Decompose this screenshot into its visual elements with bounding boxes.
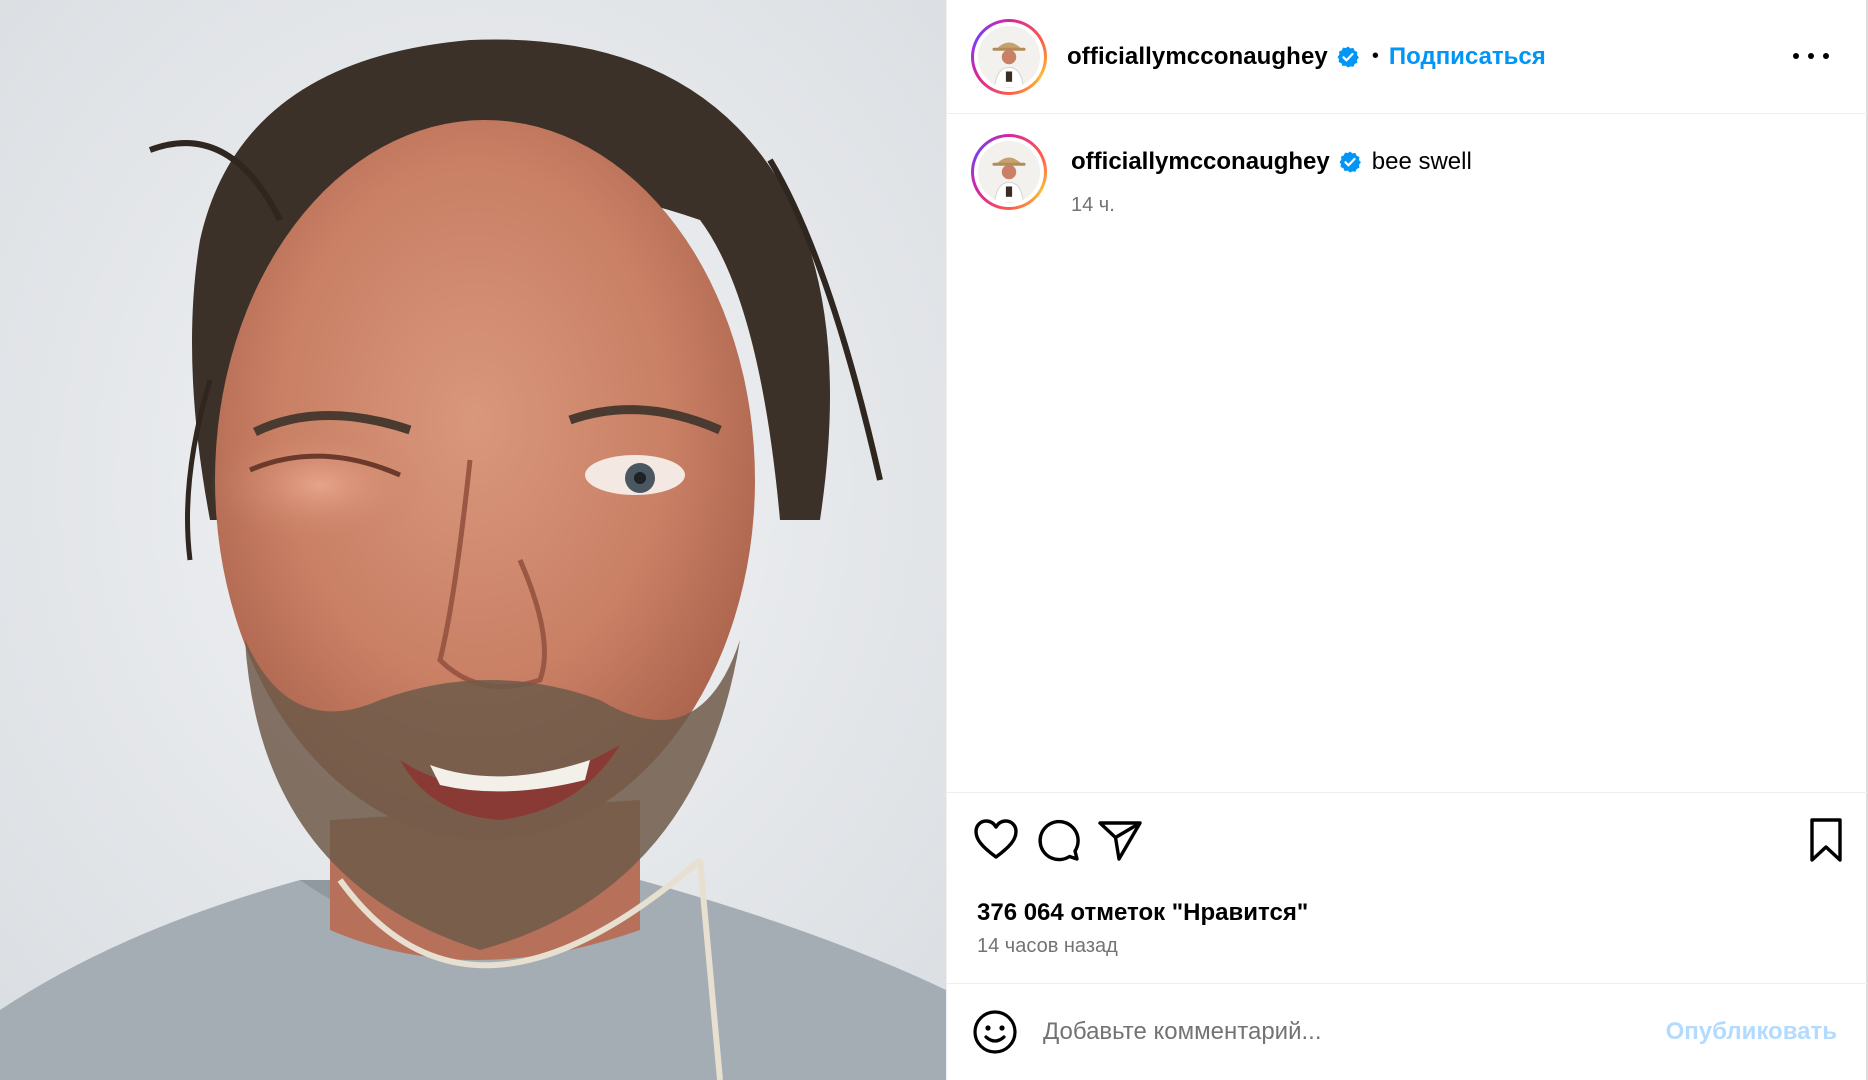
comment-input[interactable] [1043, 1012, 1643, 1052]
emoji-icon[interactable] [971, 1008, 1019, 1056]
bookmark-icon[interactable] [1801, 815, 1851, 865]
more-dot [1793, 53, 1799, 59]
caption-text: bee swell [1371, 148, 1472, 175]
header-separator: • [1371, 45, 1379, 67]
heart-icon-glyph [974, 819, 1018, 859]
post-photo-image [0, 0, 946, 1080]
post-caption: officiallymcconaughey bee swell 14 ч. [971, 134, 1851, 224]
likes-count[interactable]: 376 064 отметок "Нравится" [977, 899, 1308, 927]
verified-badge-icon [1339, 151, 1361, 173]
post-photo[interactable] [0, 0, 946, 1080]
avatar-frame [974, 21, 1044, 92]
caption-line: officiallymcconaughey bee swell [1071, 148, 1472, 176]
post-side-panel: officiallymcconaughey • Подписаться offi… [946, 0, 1868, 1080]
header-username[interactable]: officiallymcconaughey [1067, 43, 1328, 71]
caption-avatar-photo [978, 141, 1040, 203]
post-header: officiallymcconaughey • Подписаться [947, 0, 1867, 114]
post-actions: 376 064 отметок "Нравится" 14 часов наза… [947, 792, 1867, 984]
caption-timestamp[interactable]: 14 ч. [1071, 194, 1472, 217]
avatar-image [978, 25, 1040, 88]
caption-avatar-frame [974, 137, 1044, 207]
comment-bubble-icon-glyph [1038, 819, 1080, 862]
avatar-photo [978, 25, 1040, 88]
avatar[interactable] [971, 18, 1047, 95]
bookmark-icon-glyph [1810, 818, 1842, 862]
caption-username[interactable]: officiallymcconaughey [1071, 148, 1330, 176]
more-dot [1823, 53, 1829, 59]
follow-button[interactable]: Подписаться [1389, 43, 1546, 71]
caption-avatar[interactable] [971, 134, 1047, 210]
send-icon-glyph [1098, 821, 1142, 861]
caption-body: officiallymcconaughey bee swell 14 ч. [1071, 134, 1472, 224]
more-dot [1808, 53, 1814, 59]
heart-icon[interactable] [971, 815, 1021, 865]
post-time-ago[interactable]: 14 часов назад [977, 935, 1118, 958]
send-icon[interactable] [1095, 815, 1145, 865]
caption-avatar-image [978, 141, 1040, 203]
comment-bar: Опубликовать [947, 983, 1867, 1080]
verified-badge-icon [1337, 46, 1359, 67]
emoji-icon-glyph [973, 1010, 1017, 1054]
action-icon-row [971, 815, 1851, 865]
comment-bubble-icon[interactable] [1033, 815, 1083, 865]
more-options-icon[interactable] [1793, 44, 1829, 68]
publish-button[interactable]: Опубликовать [1666, 1018, 1837, 1046]
